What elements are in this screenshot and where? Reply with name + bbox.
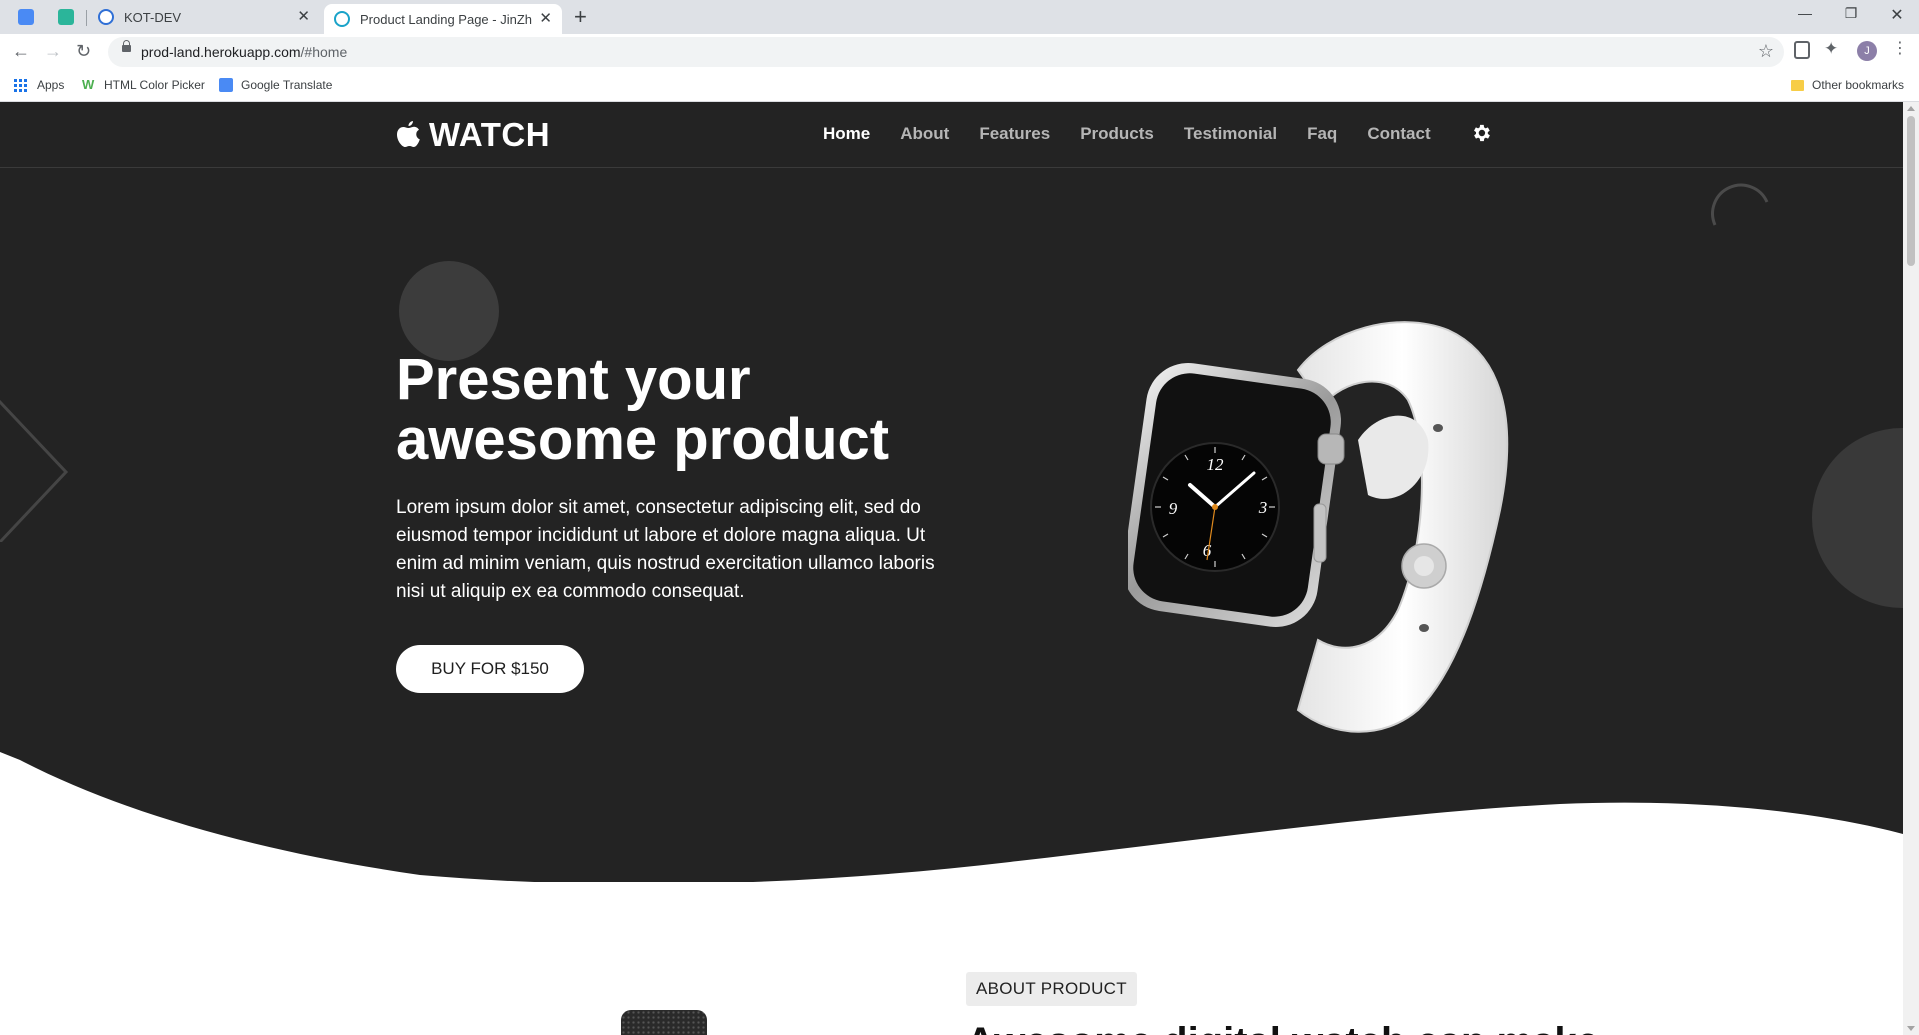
nav-contact[interactable]: Contact [1367, 124, 1430, 144]
bookmarks-bar: Apps W HTML Color Picker Google Translat… [0, 70, 1919, 102]
close-window-icon[interactable]: ✕ [1874, 5, 1919, 25]
site-logo[interactable]: WATCH [396, 116, 550, 154]
url-text: prod-land.herokuapp.com/#home [141, 44, 348, 60]
bookmark-google-translate[interactable]: Google Translate [219, 78, 332, 92]
hero-section: WATCH Home About Features Products Testi… [0, 102, 1903, 892]
decorative-square [0, 399, 69, 542]
page-scrollbar[interactable] [1903, 102, 1919, 1035]
google-translate-icon [18, 9, 34, 25]
new-tab-icon[interactable]: + [574, 6, 587, 28]
apps-grid-icon [14, 78, 27, 92]
app-icon [58, 9, 74, 25]
pinned-tab-app[interactable] [52, 0, 80, 34]
site-favicon-icon [98, 9, 114, 25]
extension-icon[interactable] [1794, 41, 1810, 59]
google-translate-icon [219, 78, 233, 92]
page-viewport: WATCH Home About Features Products Testi… [0, 102, 1903, 1035]
back-icon[interactable]: ← [12, 41, 30, 61]
restore-icon[interactable]: ❐ [1828, 5, 1874, 22]
browser-tab-strip: KOT-DEV ✕ Product Landing Page - JinZh ✕… [0, 0, 1919, 34]
w3schools-icon: W [82, 77, 95, 92]
profile-avatar[interactable]: J [1857, 41, 1877, 61]
other-bookmarks[interactable]: Other bookmarks [1791, 78, 1904, 92]
watch-numeral-12: 12 [1207, 455, 1225, 474]
scroll-up-icon[interactable] [1907, 106, 1915, 111]
bookmark-html-color-picker[interactable]: W HTML Color Picker [82, 77, 205, 93]
watch-image: 12 3 6 9 [1128, 321, 1509, 733]
tab-product-landing[interactable]: Product Landing Page - JinZh ✕ [324, 4, 562, 34]
hero-description: Lorem ipsum dolor sit amet, consectetur … [396, 497, 935, 602]
gear-icon[interactable] [1470, 122, 1492, 144]
nav-products[interactable]: Products [1080, 124, 1154, 144]
react-favicon-icon [334, 11, 350, 27]
decorative-circle [1812, 428, 1903, 608]
lock-icon [122, 40, 131, 52]
tab-title: Product Landing Page - JinZh [360, 11, 532, 27]
nav-features[interactable]: Features [979, 124, 1050, 144]
about-badge: ABOUT PRODUCT [966, 972, 1137, 1006]
hero-wave [0, 752, 1903, 892]
reload-icon[interactable]: ↻ [76, 41, 91, 61]
bookmark-apps[interactable]: Apps [14, 78, 64, 92]
site-navbar: WATCH Home About Features Products Testi… [0, 102, 1903, 168]
puzzle-icon[interactable]: ✦ [1824, 39, 1842, 58]
pinned-tab-translate[interactable] [12, 0, 40, 34]
nav-testimonial[interactable]: Testimonial [1184, 124, 1277, 144]
product-image [621, 1010, 707, 1035]
watch-numeral-3: 3 [1258, 498, 1268, 517]
nav-about[interactable]: About [900, 124, 949, 144]
tab-kot-dev[interactable]: KOT-DEV ✕ [94, 0, 320, 34]
bookmark-star-icon[interactable]: ☆ [1758, 41, 1774, 62]
browser-toolbar: ← → ↻ prod-land.herokuapp.com/#home ☆ [0, 34, 1919, 70]
nav-home[interactable]: Home [823, 124, 870, 144]
about-heading: Awesome digital watch can make [966, 1020, 1666, 1035]
tab-title: KOT-DEV [124, 9, 182, 25]
address-bar[interactable]: prod-land.herokuapp.com/#home ☆ [108, 37, 1784, 67]
forward-icon[interactable]: → [44, 41, 62, 61]
scroll-down-icon[interactable] [1907, 1026, 1915, 1031]
nav-links: Home About Features Products Testimonial… [823, 124, 1461, 144]
menu-icon[interactable]: ⋮ [1892, 38, 1910, 57]
close-tab-icon[interactable]: ✕ [297, 9, 310, 25]
close-tab-icon[interactable]: ✕ [539, 11, 552, 27]
apple-icon [397, 121, 420, 147]
minimize-icon[interactable]: — [1782, 5, 1828, 21]
nav-faq[interactable]: Faq [1307, 124, 1337, 144]
decorative-circle [399, 261, 499, 361]
hero-title: Present your awesome product [396, 347, 890, 472]
scrollbar-thumb[interactable] [1907, 116, 1915, 266]
buy-button[interactable]: BUY FOR $150 [396, 645, 584, 693]
folder-icon [1791, 79, 1804, 91]
decorative-arc [1711, 183, 1769, 226]
watch-numeral-9: 9 [1169, 499, 1178, 518]
